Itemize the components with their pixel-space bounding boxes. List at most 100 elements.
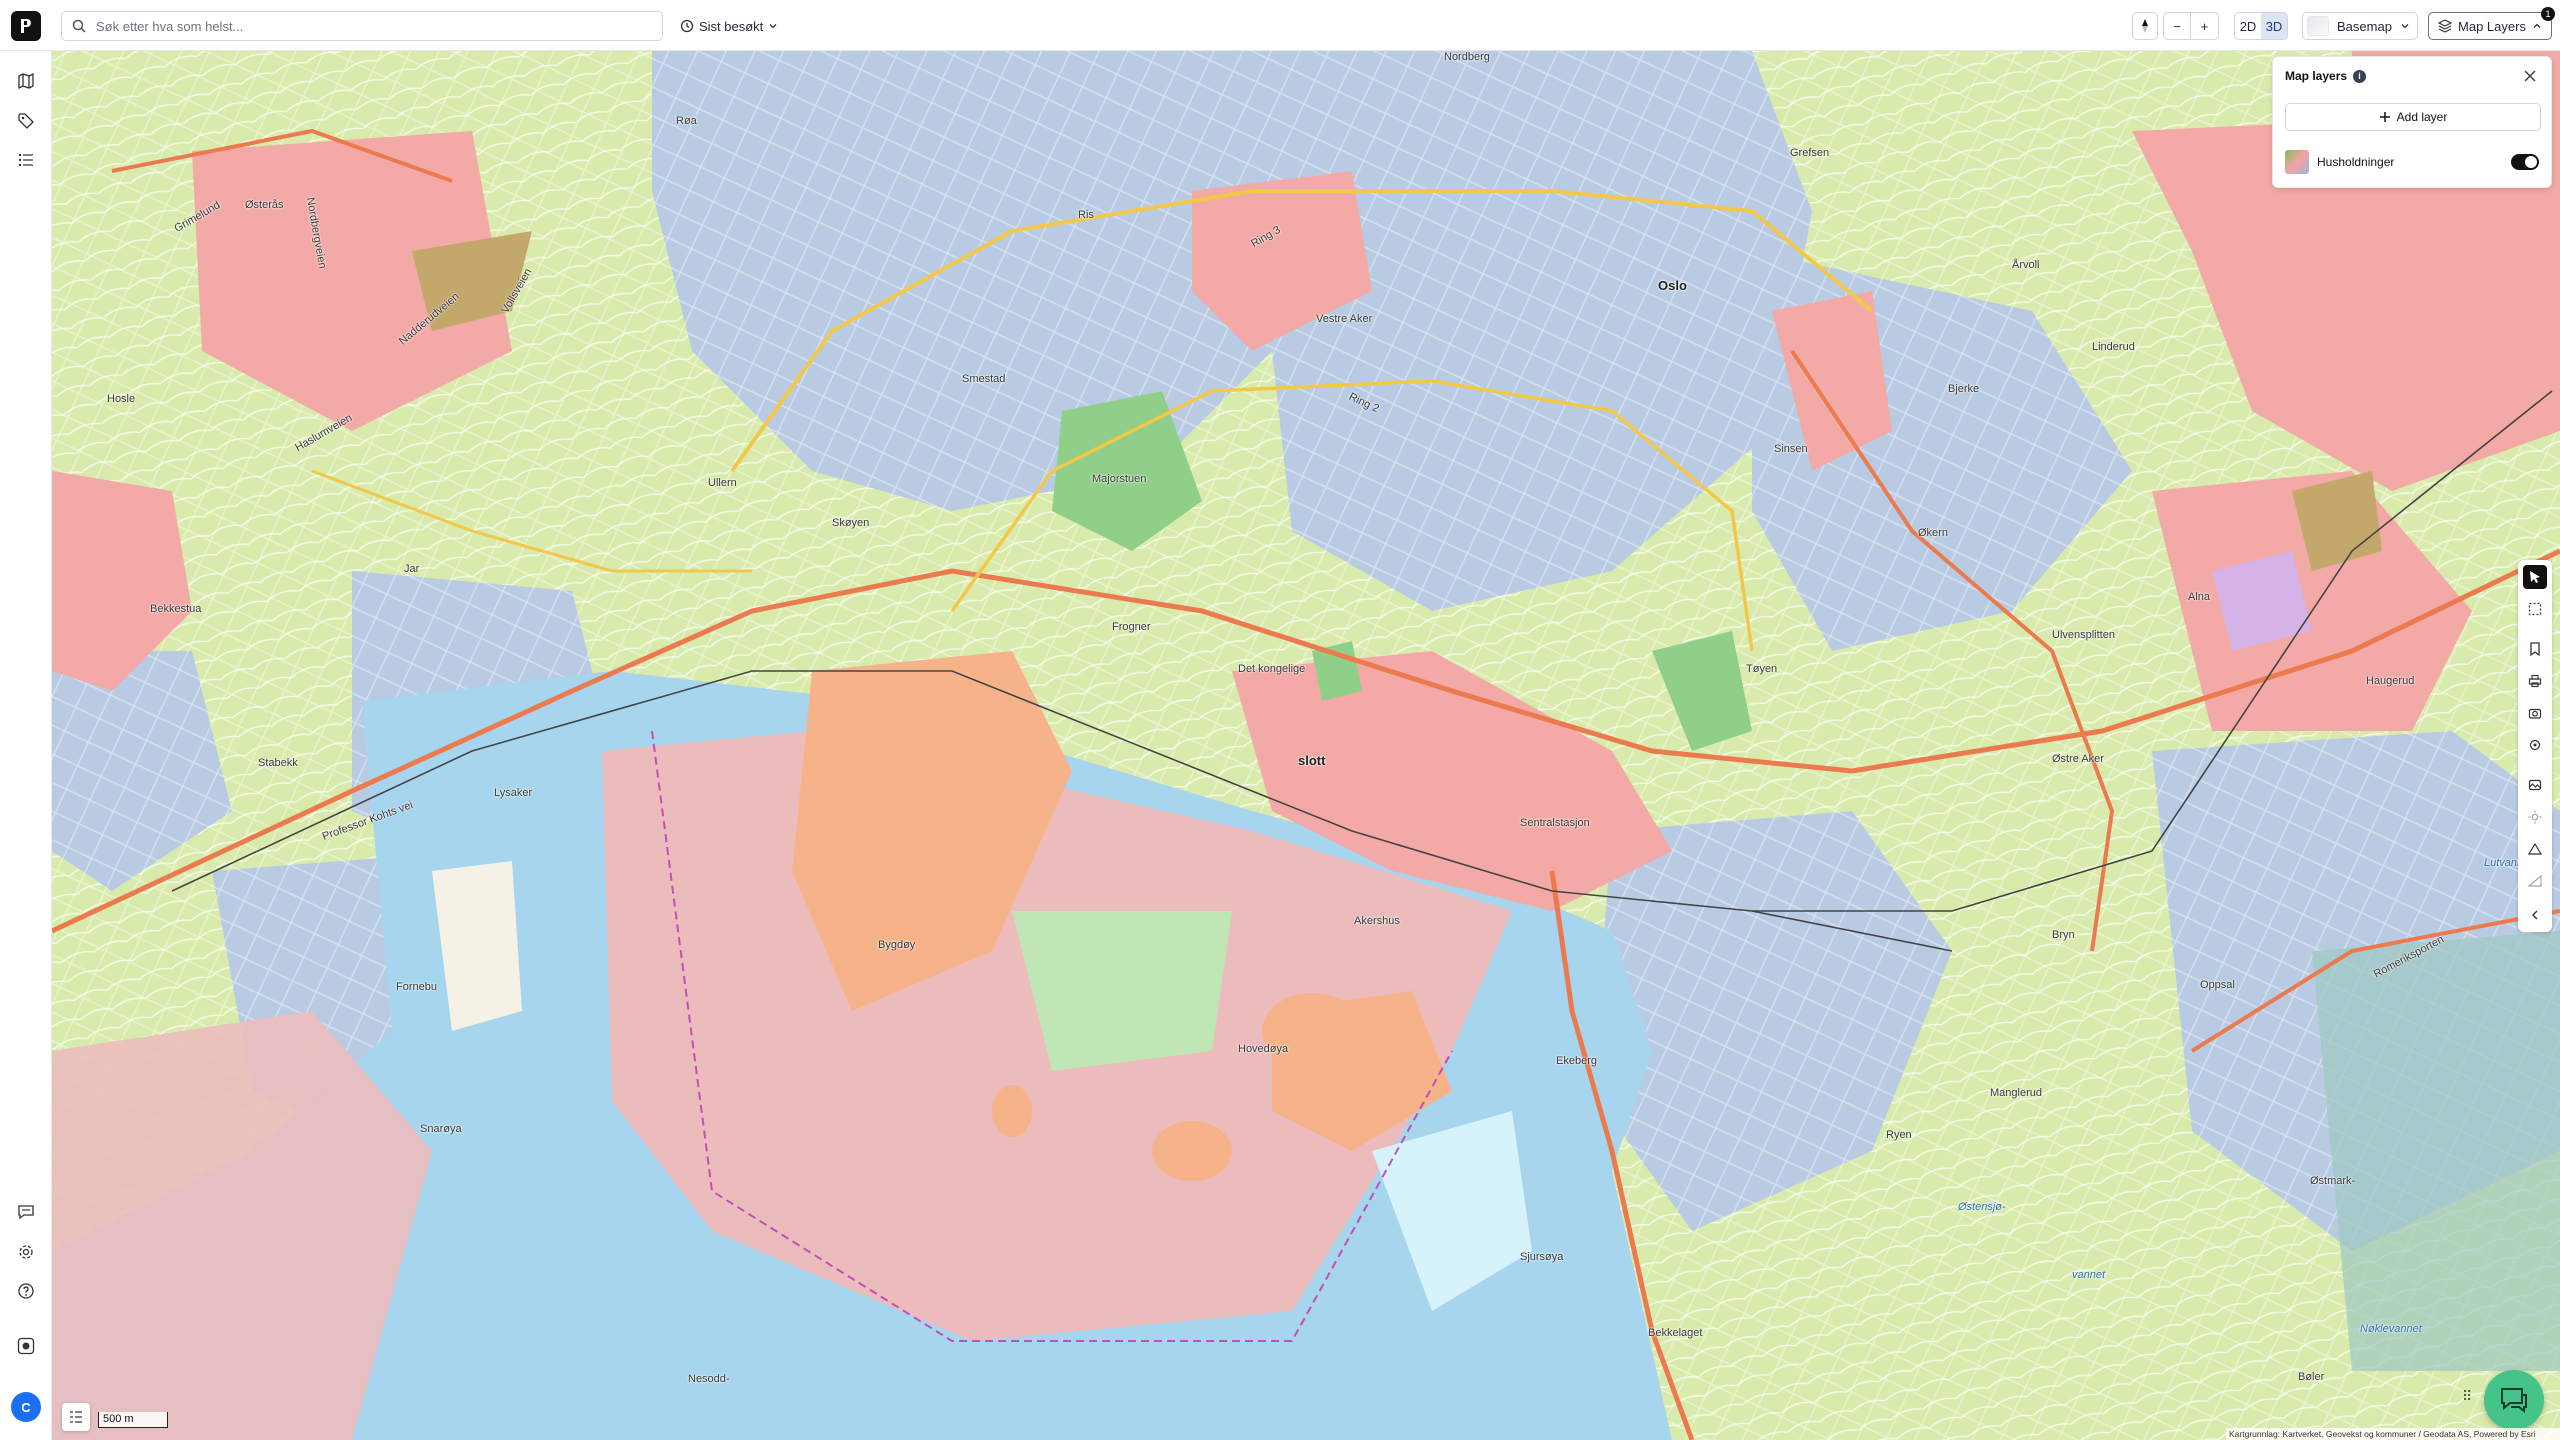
layer-visibility-toggle[interactable]	[2511, 154, 2539, 170]
chevron-up-icon	[2533, 23, 2541, 28]
layers-panel-title: Map layers i	[2285, 69, 2367, 83]
view-mode-toggle: 2D 3D	[2234, 12, 2288, 40]
search-icon	[72, 19, 86, 33]
place-label: Snarøya	[420, 1123, 462, 1135]
measure-button[interactable]	[2523, 837, 2547, 861]
view-2d-button[interactable]: 2D	[2235, 13, 2261, 39]
place-label: Årvoll	[2012, 259, 2040, 271]
chat-icon	[2501, 1388, 2527, 1414]
map-view-button[interactable]	[14, 69, 38, 93]
print-icon	[2528, 674, 2542, 688]
basemap-dropdown[interactable]: Basemap	[2302, 12, 2418, 40]
place-label: Økern	[1918, 527, 1948, 539]
message-icon	[18, 1205, 34, 1220]
map-layers-button[interactable]: Map Layers 1	[2428, 7, 2555, 40]
left-sidebar: C	[0, 51, 52, 1440]
cursor-icon	[2530, 571, 2540, 583]
add-layer-label: Add layer	[2396, 110, 2448, 124]
bookmark-button[interactable]	[2523, 637, 2547, 661]
basemap-gallery-button[interactable]	[2523, 773, 2547, 797]
place-label: slott	[1298, 753, 1326, 768]
basemap-label: Basemap	[2337, 18, 2392, 34]
place-label: Sinsen	[1774, 443, 1808, 455]
zoom-out-button[interactable]: −	[2164, 13, 2191, 39]
map-background	[52, 51, 2560, 1440]
layer-row[interactable]: Husholdninger	[2285, 149, 2541, 175]
screenshot-button[interactable]	[2523, 701, 2547, 725]
help-button[interactable]	[14, 1279, 38, 1303]
box-select-icon	[2528, 602, 2542, 616]
search-bar[interactable]	[61, 11, 663, 41]
place-label: Bøler	[2298, 1371, 2325, 1383]
recent-dropdown[interactable]: Sist besøkt	[680, 13, 778, 39]
chevron-down-icon	[2401, 24, 2409, 29]
place-label: Hosle	[107, 393, 136, 405]
line-of-sight-button[interactable]	[2523, 869, 2547, 893]
zoom-controls: − +	[2163, 12, 2219, 40]
layer-thumbnail	[2285, 150, 2309, 174]
place-label: Oppsal	[2200, 979, 2235, 991]
user-avatar[interactable]: C	[11, 1392, 41, 1422]
view-3d-button[interactable]: 3D	[2261, 13, 2287, 39]
layers-panel-title-text: Map layers	[2285, 69, 2348, 83]
box-select-button[interactable]	[2523, 597, 2547, 621]
bookmark-icon	[2530, 642, 2540, 656]
compass-icon	[2142, 19, 2148, 33]
tool-rail	[2518, 560, 2552, 932]
place-label: Østre Aker	[2052, 753, 2104, 765]
place-label: Ryen	[1886, 1129, 1912, 1141]
map-canvas[interactable]: Nordberg Røa Østerås Grimelund Nordbergv…	[52, 51, 2560, 1440]
add-layer-button[interactable]: Add layer	[2285, 103, 2541, 131]
place-label: Hovedøya	[1238, 1043, 1289, 1055]
place-label: Bygdøy	[878, 939, 916, 951]
chat-button[interactable]	[2484, 1370, 2544, 1430]
place-label: Østmark-	[2310, 1175, 2356, 1187]
compass-button[interactable]	[2132, 12, 2158, 40]
place-label: Alna	[2188, 591, 2211, 603]
feedback-button[interactable]	[14, 1200, 38, 1224]
tags-button[interactable]	[14, 109, 38, 133]
collapse-rail-button[interactable]	[2523, 903, 2547, 927]
settings-button[interactable]	[14, 1240, 38, 1264]
place-label: Frogner	[1112, 621, 1151, 633]
list-button[interactable]	[14, 148, 38, 172]
list-icon	[18, 153, 33, 167]
place-label: Oslo	[1658, 278, 1687, 293]
place-label: Bekkestua	[150, 603, 202, 615]
search-input[interactable]	[94, 17, 634, 35]
place-label: Nordberg	[1444, 51, 1490, 63]
daylight-button[interactable]	[2523, 805, 2547, 829]
close-button[interactable]	[2519, 65, 2541, 87]
select-tool-button[interactable]	[2523, 565, 2547, 589]
record-button[interactable]	[14, 1334, 38, 1358]
map-layers-panel: Map layers i Add layer Husholdninger	[2272, 56, 2552, 188]
place-label: Majorstuen	[1092, 473, 1147, 485]
scale-bar: 500 m	[98, 1412, 168, 1428]
place-label: Akershus	[1354, 915, 1400, 927]
water-label: Østensjø-	[1958, 1201, 2006, 1213]
slope-icon	[2528, 874, 2542, 887]
place-label: Sentralstasjon	[1520, 817, 1590, 829]
gear-icon	[19, 1245, 33, 1259]
clock-icon	[680, 19, 694, 33]
drag-handle-icon[interactable]: ⠿	[2462, 1388, 2472, 1405]
place-label: Det kongelige	[1238, 663, 1306, 675]
place-label: Ris	[1078, 209, 1094, 221]
legend-icon	[70, 1411, 82, 1423]
zoom-in-button[interactable]: +	[2191, 13, 2218, 39]
place-label: Linderud	[2092, 341, 2135, 353]
app-logo[interactable]	[11, 11, 41, 41]
layers-count-badge: 1	[2541, 7, 2555, 21]
help-icon	[18, 1283, 34, 1299]
info-icon[interactable]: i	[2353, 69, 2367, 83]
legend-button[interactable]	[62, 1403, 90, 1431]
locate-button[interactable]	[2523, 733, 2547, 757]
logo-icon	[21, 19, 31, 33]
print-button[interactable]	[2523, 669, 2547, 693]
place-label: Vestre Aker	[1316, 313, 1373, 325]
plus-icon	[2379, 112, 2390, 122]
place-label: Ulvensplitten	[2052, 629, 2115, 641]
place-label: Manglerud	[1990, 1087, 2042, 1099]
basemap-thumbnail	[2307, 16, 2329, 36]
place-label: Bekkelaget	[1648, 1327, 1703, 1339]
